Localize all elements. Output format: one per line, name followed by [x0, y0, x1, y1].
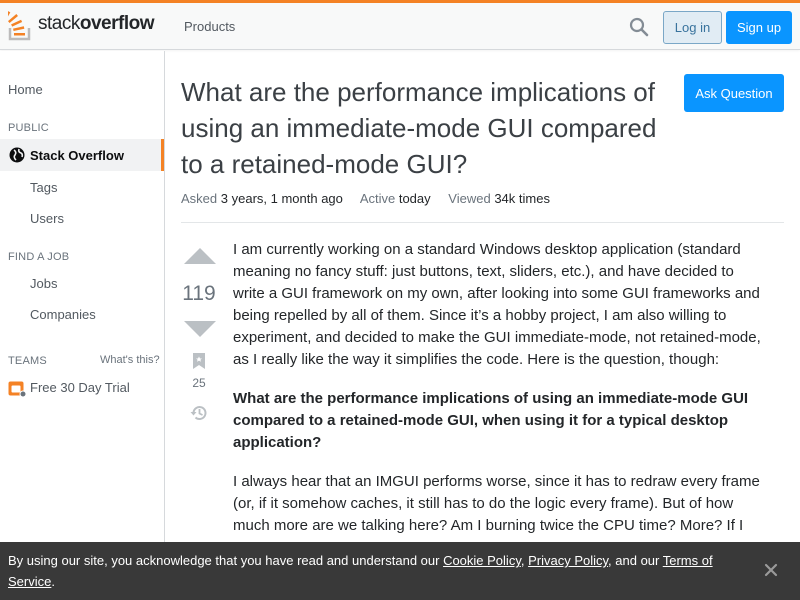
globe-icon — [9, 147, 25, 163]
sidebar-item-free-trial[interactable]: Free 30 Day Trial — [30, 380, 130, 395]
sidebar-item-tags[interactable]: Tags — [30, 180, 57, 195]
question-body: I am currently working on a standard Win… — [233, 239, 765, 554]
bookmark-count: 25 — [192, 376, 206, 390]
history-icon[interactable] — [190, 404, 208, 422]
logo-text: stackoverflow — [38, 13, 154, 34]
cookie-suffix: . — [51, 574, 55, 589]
search-icon[interactable] — [629, 17, 649, 37]
cookie-text-prefix: By using our site, you acknowledge that … — [8, 553, 444, 568]
cookie-banner: By using our site, you acknowledge that … — [0, 542, 800, 600]
sidebar-item-label: Stack Overflow — [30, 148, 124, 163]
sidebar-item-companies[interactable]: Companies — [30, 307, 96, 322]
vote-up-icon[interactable] — [182, 247, 218, 265]
vote-count: 119 — [182, 282, 216, 305]
active-value[interactable]: today — [399, 191, 431, 206]
question-title[interactable]: What are the performance implications of… — [181, 74, 661, 182]
privacy-policy-link[interactable]: Privacy Policy — [528, 553, 608, 568]
ask-question-button[interactable]: Ask Question — [684, 74, 784, 112]
main-content: What are the performance implications of… — [165, 51, 800, 600]
sidebar-item-jobs[interactable]: Jobs — [30, 276, 57, 291]
whats-this-link[interactable]: What's this? — [100, 354, 160, 366]
viewed-label: Viewed — [448, 191, 491, 206]
sidebar-section-find-a-job: FIND A JOB — [8, 251, 70, 263]
divider — [181, 222, 784, 223]
post-paragraph: I always hear that an IMGUI performs wor… — [233, 473, 760, 534]
stack-logo-icon — [8, 11, 31, 41]
teams-icon — [8, 381, 27, 398]
sidebar-section-teams: TEAMS — [8, 355, 47, 367]
bookmark-icon[interactable] — [193, 353, 205, 369]
asked-label: Asked — [181, 191, 218, 206]
cookie-sep: , — [520, 553, 529, 568]
top-bar: stackoverflow Products Log in Sign up — [0, 3, 800, 50]
left-sidebar: Home PUBLIC Stack Overflow Tags Users FI… — [0, 51, 165, 600]
sidebar-section-public: PUBLIC — [8, 122, 49, 134]
close-icon[interactable] — [763, 562, 779, 578]
signup-button[interactable]: Sign up — [726, 11, 792, 44]
vote-down-icon[interactable] — [182, 320, 218, 338]
sidebar-item-users[interactable]: Users — [30, 211, 64, 226]
sidebar-item-stack-overflow[interactable]: Stack Overflow — [0, 139, 164, 171]
active-label: Active — [359, 191, 396, 206]
sidebar-item-home[interactable]: Home — [8, 82, 43, 97]
login-button[interactable]: Log in — [663, 11, 722, 44]
cookie-text: By using our site, you acknowledge that … — [8, 550, 738, 592]
viewed-value: 34k times — [494, 191, 550, 206]
post-paragraph: I am currently working on a standard Win… — [233, 241, 761, 368]
cookie-sep: , and our — [608, 553, 663, 568]
asked-value[interactable]: 3 years, 1 month ago — [221, 191, 343, 206]
question-meta: Asked 3 years, 1 month ago Active today … — [181, 191, 564, 206]
stackoverflow-logo[interactable]: stackoverflow — [8, 10, 158, 42]
products-link[interactable]: Products — [184, 19, 235, 34]
post-question-highlight: What are the performance implications of… — [233, 390, 749, 451]
cookie-policy-link[interactable]: Cookie Policy — [443, 553, 521, 568]
